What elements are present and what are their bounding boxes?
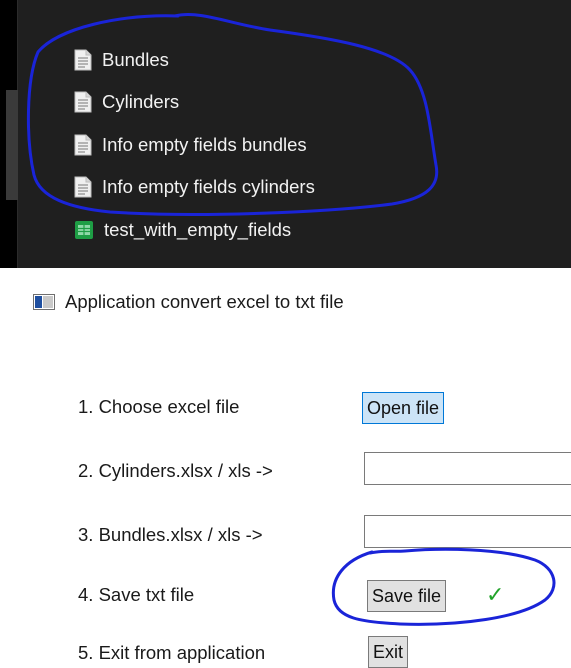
text-document-icon xyxy=(74,91,92,113)
window-title: Application convert excel to txt file xyxy=(65,291,344,312)
step-choose-file-label: 1. Choose excel file xyxy=(78,396,240,417)
save-file-button[interactable]: Save file xyxy=(367,580,447,612)
text-document-icon xyxy=(74,176,92,198)
file-name: test_with_empty_fields xyxy=(104,219,292,240)
window-titlebar: Application convert excel to txt file xyxy=(33,290,344,314)
file-item-test-with-empty-fields[interactable]: test_with_empty_fields xyxy=(74,215,291,245)
file-explorer-panel: Bundles Cylinders Info empty fields bund… xyxy=(0,0,571,268)
file-item-bundles[interactable]: Bundles xyxy=(74,45,169,75)
text-document-icon xyxy=(74,49,92,71)
step-save-label: 4. Save txt file xyxy=(78,584,195,605)
file-name: Info empty fields bundles xyxy=(102,134,307,155)
exit-button[interactable]: Exit xyxy=(368,636,409,668)
success-check-icon: ✓ xyxy=(486,582,505,607)
file-item-cylinders[interactable]: Cylinders xyxy=(74,87,179,117)
file-item-info-empty-fields-cylinders[interactable]: Info empty fields cylinders xyxy=(74,172,315,202)
step-cylinders-label: 2. Cylinders.xlsx / xls -> xyxy=(78,460,273,481)
application-window-icon xyxy=(33,294,55,310)
file-name: Info empty fields cylinders xyxy=(102,176,315,197)
explorer-scroll-region xyxy=(6,90,18,200)
step-exit-label: 5. Exit from application xyxy=(78,642,266,663)
excel-file-icon xyxy=(75,221,93,239)
file-item-info-empty-fields-bundles[interactable]: Info empty fields bundles xyxy=(74,130,307,160)
file-name: Bundles xyxy=(102,49,169,70)
file-name: Cylinders xyxy=(102,91,180,112)
open-file-button[interactable]: Open file xyxy=(362,392,445,424)
text-document-icon xyxy=(74,134,92,156)
cylinders-path-field[interactable] xyxy=(364,452,571,485)
bundles-path-field[interactable] xyxy=(364,515,571,548)
step-bundles-label: 3. Bundles.xlsx / xls -> xyxy=(78,524,263,545)
